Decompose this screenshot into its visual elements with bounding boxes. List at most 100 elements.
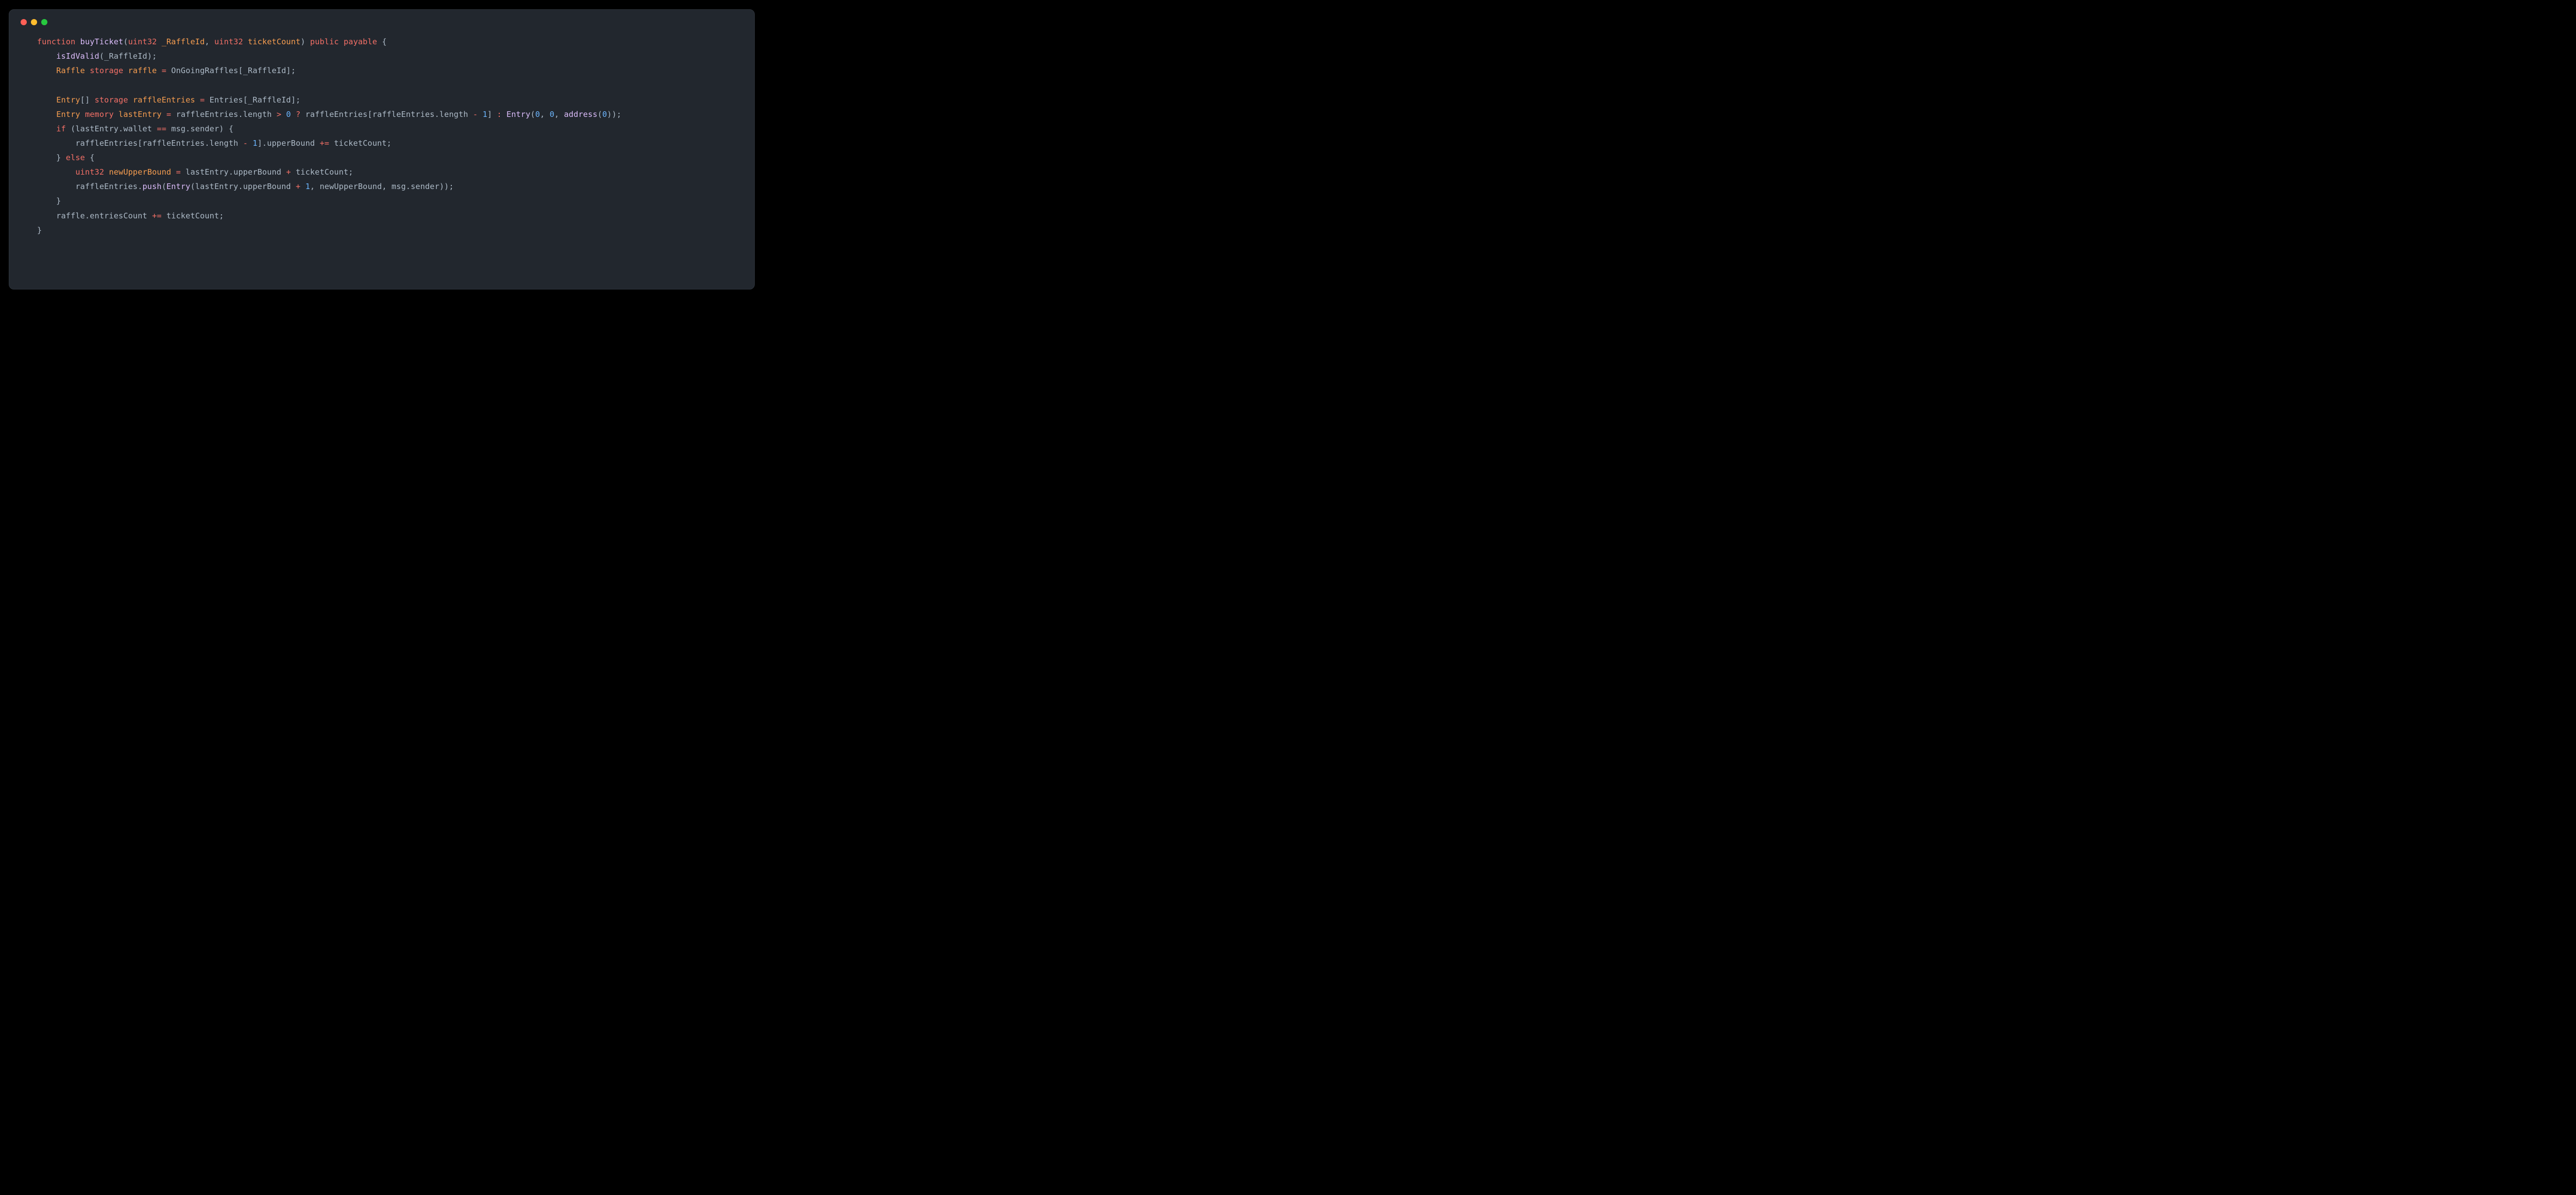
- code-token: ): [300, 37, 310, 46]
- code-token: (lastEntry.wallet: [71, 124, 157, 133]
- code-block: function buyTicket(uint32 _RaffleId, uin…: [21, 35, 743, 237]
- code-token: +: [296, 182, 300, 191]
- code-token: [37, 52, 56, 61]
- code-token: ?: [296, 110, 300, 119]
- code-token: OnGoingRaffles[_RaffleId];: [166, 66, 296, 75]
- code-token: newUpperBound: [109, 167, 171, 177]
- code-line: Raffle storage raffle = OnGoingRaffles[_…: [37, 63, 743, 78]
- code-line: Entry[] storage raffleEntries = Entries[…: [37, 93, 743, 107]
- code-token: (: [123, 37, 128, 46]
- code-token: ));: [607, 110, 621, 119]
- code-window: function buyTicket(uint32 _RaffleId, uin…: [9, 9, 755, 289]
- code-line: uint32 newUpperBound = lastEntry.upperBo…: [37, 165, 743, 179]
- code-line: }: [37, 194, 743, 208]
- code-token: =: [162, 66, 166, 75]
- code-line: } else {: [37, 150, 743, 165]
- code-token: [248, 139, 252, 148]
- code-token: else: [66, 153, 90, 162]
- code-token: payable: [344, 37, 382, 46]
- code-token: +=: [152, 211, 162, 220]
- code-token: >: [277, 110, 281, 119]
- code-line: raffleEntries[raffleEntries.length - 1].…: [37, 136, 743, 150]
- code-token: Entries[_RaffleId];: [205, 95, 300, 105]
- code-token: 0: [602, 110, 607, 119]
- code-token: }: [37, 196, 61, 206]
- code-token: [162, 110, 166, 119]
- code-token: Raffle: [56, 66, 90, 75]
- code-token: ticketCount;: [329, 139, 392, 148]
- code-token: [171, 167, 176, 177]
- code-token: }: [37, 226, 42, 235]
- code-token: lastEntry: [118, 110, 162, 119]
- code-token: 0: [550, 110, 554, 119]
- code-token: buyTicket: [80, 37, 124, 46]
- code-token: raffleEntries: [133, 95, 195, 105]
- code-token: storage: [90, 66, 128, 75]
- code-token: raffle.entriesCount: [37, 211, 152, 220]
- code-token: Entry: [56, 110, 85, 119]
- code-token: (: [598, 110, 602, 119]
- code-token: [37, 124, 56, 133]
- code-token: [37, 95, 56, 105]
- code-token: raffleEntries[raffleEntries.length: [37, 139, 243, 148]
- code-token: [478, 110, 482, 119]
- code-token: memory: [85, 110, 118, 119]
- window-titlebar: [21, 19, 743, 25]
- code-token: (: [531, 110, 535, 119]
- code-token: [37, 66, 56, 75]
- code-token: raffleEntries[raffleEntries.length: [300, 110, 473, 119]
- code-token: =: [166, 110, 171, 119]
- code-token: public: [310, 37, 344, 46]
- code-token: [37, 167, 75, 177]
- code-token: ,: [554, 110, 564, 119]
- code-token: =: [200, 95, 205, 105]
- code-token: =: [176, 167, 181, 177]
- minimize-icon[interactable]: [31, 19, 37, 25]
- code-token: }: [37, 153, 66, 162]
- code-token: ].upperBound: [258, 139, 320, 148]
- code-token: (lastEntry.upperBound: [190, 182, 296, 191]
- code-token: uint32: [214, 37, 248, 46]
- code-line: function buyTicket(uint32 _RaffleId, uin…: [37, 35, 743, 49]
- code-token: Entry: [506, 110, 530, 119]
- code-token: ==: [157, 124, 166, 133]
- code-token: raffle: [128, 66, 157, 75]
- code-line: isIdValid(_RaffleId);: [37, 49, 743, 63]
- code-token: :: [497, 110, 501, 119]
- code-token: []: [80, 95, 95, 105]
- code-token: Entry: [56, 95, 80, 105]
- code-token: [291, 110, 296, 119]
- code-token: {: [90, 153, 94, 162]
- close-icon[interactable]: [21, 19, 27, 25]
- code-token: 1: [252, 139, 257, 148]
- code-line: raffle.entriesCount += ticketCount;: [37, 209, 743, 223]
- code-token: push: [143, 182, 162, 191]
- code-token: [37, 110, 56, 119]
- code-token: , newUpperBound, msg.sender));: [310, 182, 454, 191]
- code-token: ,: [540, 110, 550, 119]
- code-token: raffleEntries.length: [171, 110, 277, 119]
- code-token: ]: [487, 110, 497, 119]
- code-token: lastEntry.upperBound: [181, 167, 286, 177]
- code-token: (_RaffleId);: [99, 52, 157, 61]
- code-token: msg.sender) {: [166, 124, 233, 133]
- code-token: (: [162, 182, 166, 191]
- code-line: [37, 78, 743, 92]
- code-token: ticketCount: [248, 37, 300, 46]
- code-line: if (lastEntry.wallet == msg.sender) {: [37, 122, 743, 136]
- code-token: 1: [306, 182, 310, 191]
- code-token: address: [564, 110, 598, 119]
- maximize-icon[interactable]: [41, 19, 47, 25]
- code-token: [195, 95, 200, 105]
- code-token: +=: [319, 139, 329, 148]
- code-token: -: [473, 110, 478, 119]
- code-token: [157, 66, 161, 75]
- code-token: [300, 182, 305, 191]
- code-token: ,: [205, 37, 214, 46]
- code-token: storage: [95, 95, 133, 105]
- code-line: Entry memory lastEntry = raffleEntries.l…: [37, 107, 743, 122]
- code-token: +: [286, 167, 291, 177]
- code-token: -: [243, 139, 248, 148]
- code-token: Entry: [166, 182, 190, 191]
- code-token: isIdValid: [56, 52, 99, 61]
